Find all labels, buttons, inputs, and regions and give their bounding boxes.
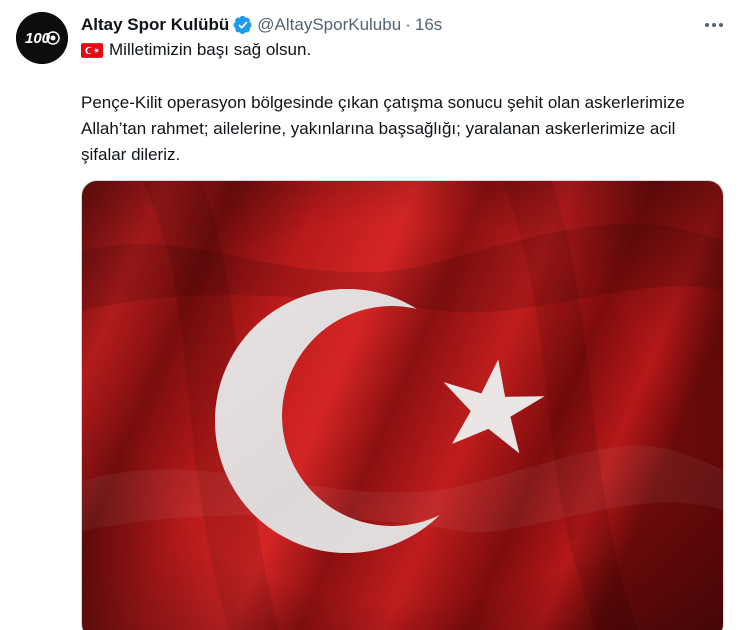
display-name[interactable]: Altay Spor Kulübü [81,15,229,35]
turkish-flag-image [82,181,723,630]
timestamp[interactable]: 16s [415,15,442,35]
tweet-line1-text: Milletimizin başı sağ olsun. [109,40,312,59]
more-icon[interactable] [702,14,726,36]
handle[interactable]: @AltaySporKulubu [257,15,401,35]
separator-dot: · [405,15,411,34]
turkey-flag-icon [81,42,103,58]
tweet[interactable]: 100 Altay Spor Kulübü @AltaySporKulubu ·… [0,0,750,630]
tweet-header: Altay Spor Kulübü @AltaySporKulubu · 16s [81,12,730,38]
tweet-first-line: Milletimizin başı sağ olsun. [81,40,311,60]
avatar[interactable]: 100 [16,12,68,64]
verified-badge-icon [233,15,252,35]
club-logo-icon: 100 [16,12,68,64]
tweet-body: Pençe-Kilit operasyon bölgesinde çıkan ç… [81,93,685,164]
tweet-image[interactable] [81,180,724,630]
